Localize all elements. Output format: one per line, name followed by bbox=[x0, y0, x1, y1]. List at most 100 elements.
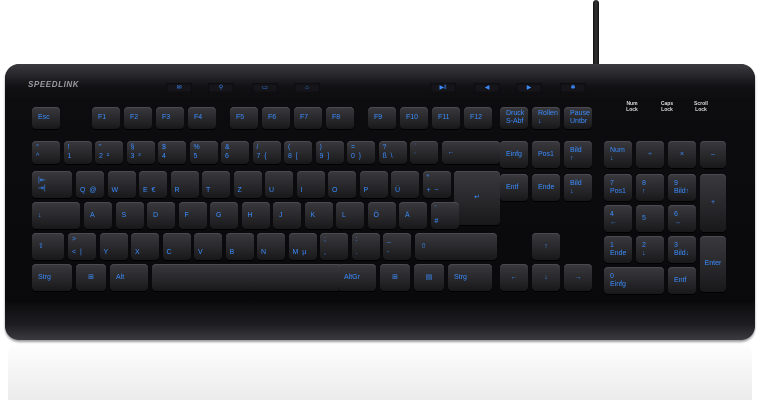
key-row1-3[interactable]: § 3 ³ bbox=[126, 141, 155, 164]
key-f6[interactable]: F6 bbox=[262, 107, 290, 129]
key-row3-K[interactable]: K bbox=[304, 202, 333, 229]
key-esc[interactable]: Esc bbox=[32, 107, 60, 129]
key-row2-7[interactable]: I bbox=[296, 171, 325, 198]
key-row1-5[interactable]: % 5 bbox=[189, 141, 218, 164]
key-f3[interactable]: F3 bbox=[156, 107, 184, 129]
key-num-4[interactable]: 4 ← bbox=[604, 205, 632, 232]
key-arrow-right[interactable]: → bbox=[564, 264, 592, 291]
key-row4-10[interactable]: _ - bbox=[383, 233, 411, 260]
key-row4-0[interactable]: > < | bbox=[68, 233, 96, 260]
key-row4-3[interactable]: C bbox=[162, 233, 191, 260]
key-row3-J[interactable]: J bbox=[273, 202, 301, 229]
key-num-7[interactable]: 7 Pos1 bbox=[604, 174, 632, 201]
key-row3-F[interactable]: F bbox=[178, 202, 207, 229]
key-caps[interactable]: ↓ bbox=[32, 202, 80, 229]
key-num-div[interactable]: ÷ bbox=[636, 141, 664, 168]
key-num-2[interactable]: 2 ↓ bbox=[636, 236, 664, 263]
key-tab[interactable]: |⇤ ⇥| bbox=[32, 171, 72, 198]
key-row4-8[interactable]: ;, bbox=[320, 233, 348, 260]
key-arrow-up[interactable]: ↑ bbox=[532, 233, 560, 260]
key-num-0[interactable]: 0 Einfg bbox=[604, 267, 664, 294]
key-row1-6[interactable]: & 6 bbox=[221, 141, 249, 164]
key-rshift[interactable]: ⇧ bbox=[414, 233, 497, 260]
key-row1-9[interactable]: ) 9 ] bbox=[315, 141, 344, 164]
key-num-minus[interactable]: – bbox=[700, 141, 726, 168]
key-row1-8[interactable]: (8 [ bbox=[284, 141, 312, 164]
key-row3-S[interactable]: S bbox=[115, 202, 144, 229]
key-row4-1[interactable]: Y bbox=[99, 233, 128, 260]
key-row4-9[interactable]: :. bbox=[351, 233, 380, 260]
key-row2-3[interactable]: R bbox=[170, 171, 199, 198]
key-row3-A[interactable]: A bbox=[84, 202, 112, 229]
key-row3-G[interactable]: G bbox=[210, 202, 238, 229]
key-num-3[interactable]: 3 Bild↓ bbox=[668, 236, 696, 263]
key-row2-2[interactable]: E € bbox=[139, 171, 167, 198]
key-row2-8[interactable]: O bbox=[328, 171, 356, 198]
key-bildup[interactable]: Bild ↑ bbox=[564, 141, 592, 168]
key-row2-4[interactable]: T bbox=[202, 171, 230, 198]
mail-media-key[interactable]: ✉ bbox=[166, 83, 192, 93]
key-f1[interactable]: F1 bbox=[92, 107, 120, 129]
key-rstrg[interactable]: Strg bbox=[448, 264, 492, 291]
key-num-plus[interactable]: + bbox=[700, 174, 726, 232]
key-backspace[interactable]: ← bbox=[441, 141, 500, 164]
key-row2-0[interactable]: Q @ bbox=[76, 171, 104, 198]
key-f2[interactable]: F2 bbox=[124, 107, 152, 129]
key-num-dot[interactable]: Entf bbox=[668, 267, 696, 294]
key-row1-10[interactable]: = 0 } bbox=[347, 141, 375, 164]
key-einfg[interactable]: Einfg bbox=[500, 141, 528, 168]
key-row4-2[interactable]: X bbox=[131, 233, 159, 260]
key-f9[interactable]: F9 bbox=[368, 107, 396, 129]
key-altgr[interactable]: AltGr bbox=[338, 264, 376, 291]
key-num-enter[interactable]: Enter bbox=[700, 236, 726, 292]
key-row3-L[interactable]: L bbox=[336, 202, 364, 229]
key-f7[interactable]: F7 bbox=[294, 107, 322, 129]
volume-up-media-key[interactable]: ▶ bbox=[516, 83, 542, 93]
play-pause-media-key[interactable]: ▶‖ bbox=[430, 83, 456, 93]
key-row1-1[interactable]: ! 1 bbox=[63, 141, 92, 164]
key-lwin[interactable]: ⊞ bbox=[76, 264, 106, 291]
key-row4-7[interactable]: M µ bbox=[288, 233, 317, 260]
key-row2-10[interactable]: Ü bbox=[391, 171, 419, 198]
search-media-key[interactable]: ⚲ bbox=[208, 83, 234, 93]
key-druck[interactable]: Druck S-Abf bbox=[500, 107, 528, 129]
key-pos1[interactable]: Pos1 bbox=[532, 141, 560, 168]
key-row1-2[interactable]: " 2 ² bbox=[95, 141, 123, 164]
key-f4[interactable]: F4 bbox=[188, 107, 216, 129]
key-hash[interactable]: ' # bbox=[430, 202, 459, 229]
key-row4-6[interactable]: N bbox=[257, 233, 285, 260]
key-num-5[interactable]: 5 bbox=[636, 205, 664, 232]
key-num-lock[interactable]: Num ↓ bbox=[604, 141, 632, 168]
key-num-6[interactable]: 6 → bbox=[668, 205, 696, 232]
mycomputer-media-key[interactable]: ▭ bbox=[252, 83, 278, 93]
key-f8[interactable]: F8 bbox=[326, 107, 354, 129]
key-enter[interactable]: ↵ bbox=[454, 171, 500, 225]
key-row3-H[interactable]: H bbox=[241, 202, 270, 229]
key-f12[interactable]: F12 bbox=[464, 107, 492, 129]
key-row3-D[interactable]: D bbox=[147, 202, 175, 229]
key-row2-11[interactable]: * + ~ bbox=[422, 171, 451, 198]
key-alt[interactable]: Alt bbox=[110, 264, 148, 291]
key-num-1[interactable]: 1 Ende bbox=[604, 236, 632, 263]
key-num-mul[interactable]: × bbox=[668, 141, 696, 168]
key-f11[interactable]: F11 bbox=[432, 107, 460, 129]
key-row4-4[interactable]: V bbox=[194, 233, 222, 260]
key-pause[interactable]: Pause Untbr bbox=[564, 107, 592, 129]
key-row2-9[interactable]: P bbox=[359, 171, 388, 198]
key-num-9[interactable]: 9 Bild↑ bbox=[668, 174, 696, 201]
key-lstrg[interactable]: Strg bbox=[32, 264, 72, 291]
key-row3-Ö[interactable]: Ö bbox=[367, 202, 396, 229]
key-row1-4[interactable]: $4 bbox=[158, 141, 186, 164]
key-row2-6[interactable]: U bbox=[265, 171, 293, 198]
key-rollen[interactable]: Rollen ↓ bbox=[532, 107, 560, 129]
key-row2-5[interactable]: Z bbox=[233, 171, 262, 198]
key-arrow-down[interactable]: ↓ bbox=[532, 264, 560, 291]
key-space[interactable] bbox=[152, 264, 342, 291]
key-menu[interactable]: ▤ bbox=[414, 264, 444, 291]
mute-media-key[interactable]: ✱ bbox=[560, 83, 586, 93]
home-media-key[interactable]: ⌂ bbox=[294, 83, 320, 93]
key-lshift[interactable]: ⇧ bbox=[32, 233, 64, 260]
key-row4-5[interactable]: B bbox=[225, 233, 254, 260]
key-row2-1[interactable]: W bbox=[107, 171, 136, 198]
volume-down-media-key[interactable]: ◀ bbox=[474, 83, 500, 93]
